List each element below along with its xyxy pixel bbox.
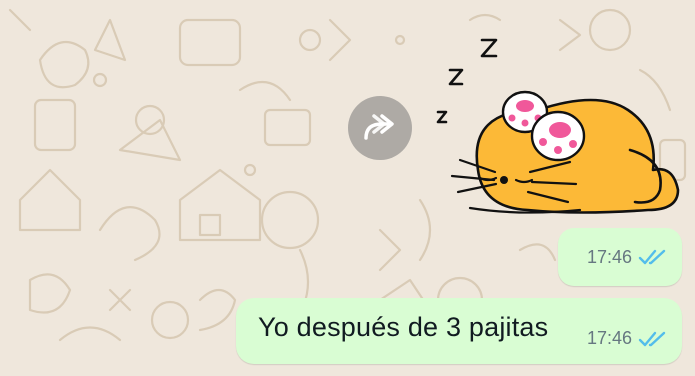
message-time: 17:46 — [586, 328, 632, 348]
outgoing-message-bubble[interactable]: Yo después de 3 pajitas 17:46 — [236, 298, 682, 364]
message-time: 17:46 — [586, 246, 632, 267]
forward-button[interactable] — [348, 96, 412, 160]
sleeping-cat-sticker[interactable] — [430, 30, 680, 220]
sleep-z-letters — [436, 38, 498, 124]
forward-arrow-icon — [364, 114, 394, 140]
read-receipt-icon — [638, 249, 666, 265]
message-text: Yo después de 3 pajitas — [258, 312, 549, 342]
sticker-timestamp-bubble[interactable]: 17:46 — [558, 228, 682, 286]
read-receipt-icon — [638, 331, 666, 346]
message-meta: 17:46 — [587, 328, 668, 349]
message-meta: 17:46 — [587, 247, 668, 268]
